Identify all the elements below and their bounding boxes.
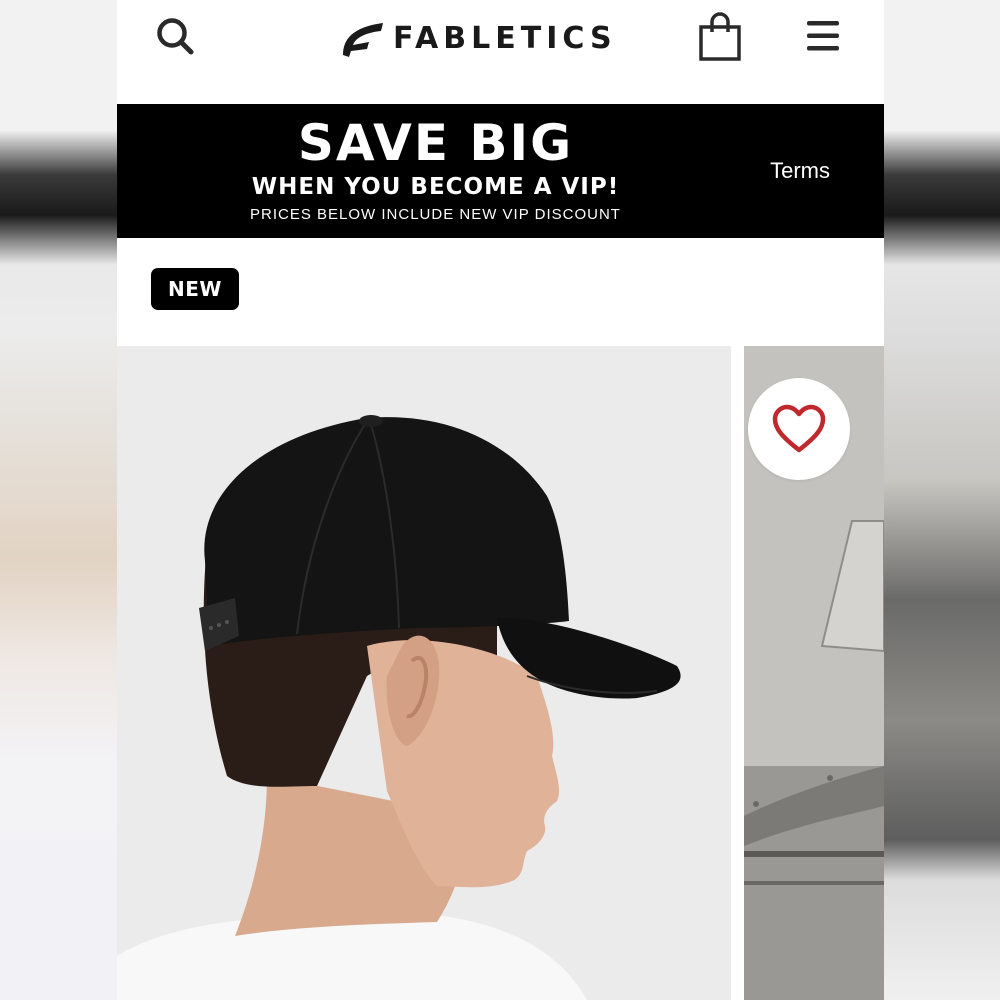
promo-headline: SAVE BIG bbox=[297, 114, 574, 172]
blurred-background-left bbox=[0, 0, 117, 1000]
new-badge: NEW bbox=[151, 268, 239, 310]
mobile-page: FABLETICS SAVE BIG WHEN YOU BECOME A VIP… bbox=[117, 0, 884, 1000]
search-button[interactable] bbox=[153, 14, 199, 60]
hamburger-menu-icon bbox=[807, 21, 839, 51]
brand-name: FABLETICS bbox=[393, 21, 617, 56]
shopping-bag-button[interactable] bbox=[697, 12, 743, 62]
site-header: FABLETICS bbox=[117, 0, 884, 104]
shopping-bag-icon bbox=[699, 12, 741, 61]
blurred-background-right bbox=[884, 0, 1000, 1000]
next-product-image[interactable] bbox=[744, 346, 884, 1000]
menu-button[interactable] bbox=[803, 16, 845, 56]
product-image[interactable] bbox=[117, 346, 731, 1000]
brand-logo[interactable]: FABLETICS bbox=[339, 14, 617, 64]
promo-fine-print: PRICES BELOW INCLUDE NEW VIP DISCOUNT bbox=[250, 206, 621, 223]
vip-promo-banner: SAVE BIG WHEN YOU BECOME A VIP! PRICES B… bbox=[117, 104, 884, 238]
favorite-button[interactable] bbox=[748, 378, 850, 480]
badge-row: NEW bbox=[117, 238, 884, 346]
terms-link[interactable]: Terms bbox=[770, 158, 830, 184]
search-icon bbox=[157, 18, 194, 55]
fabletics-logo-mark-icon bbox=[343, 23, 383, 57]
heart-icon bbox=[772, 404, 826, 453]
promo-subheadline: WHEN YOU BECOME A VIP! bbox=[251, 174, 620, 200]
product-photo-cap bbox=[117, 346, 731, 1000]
